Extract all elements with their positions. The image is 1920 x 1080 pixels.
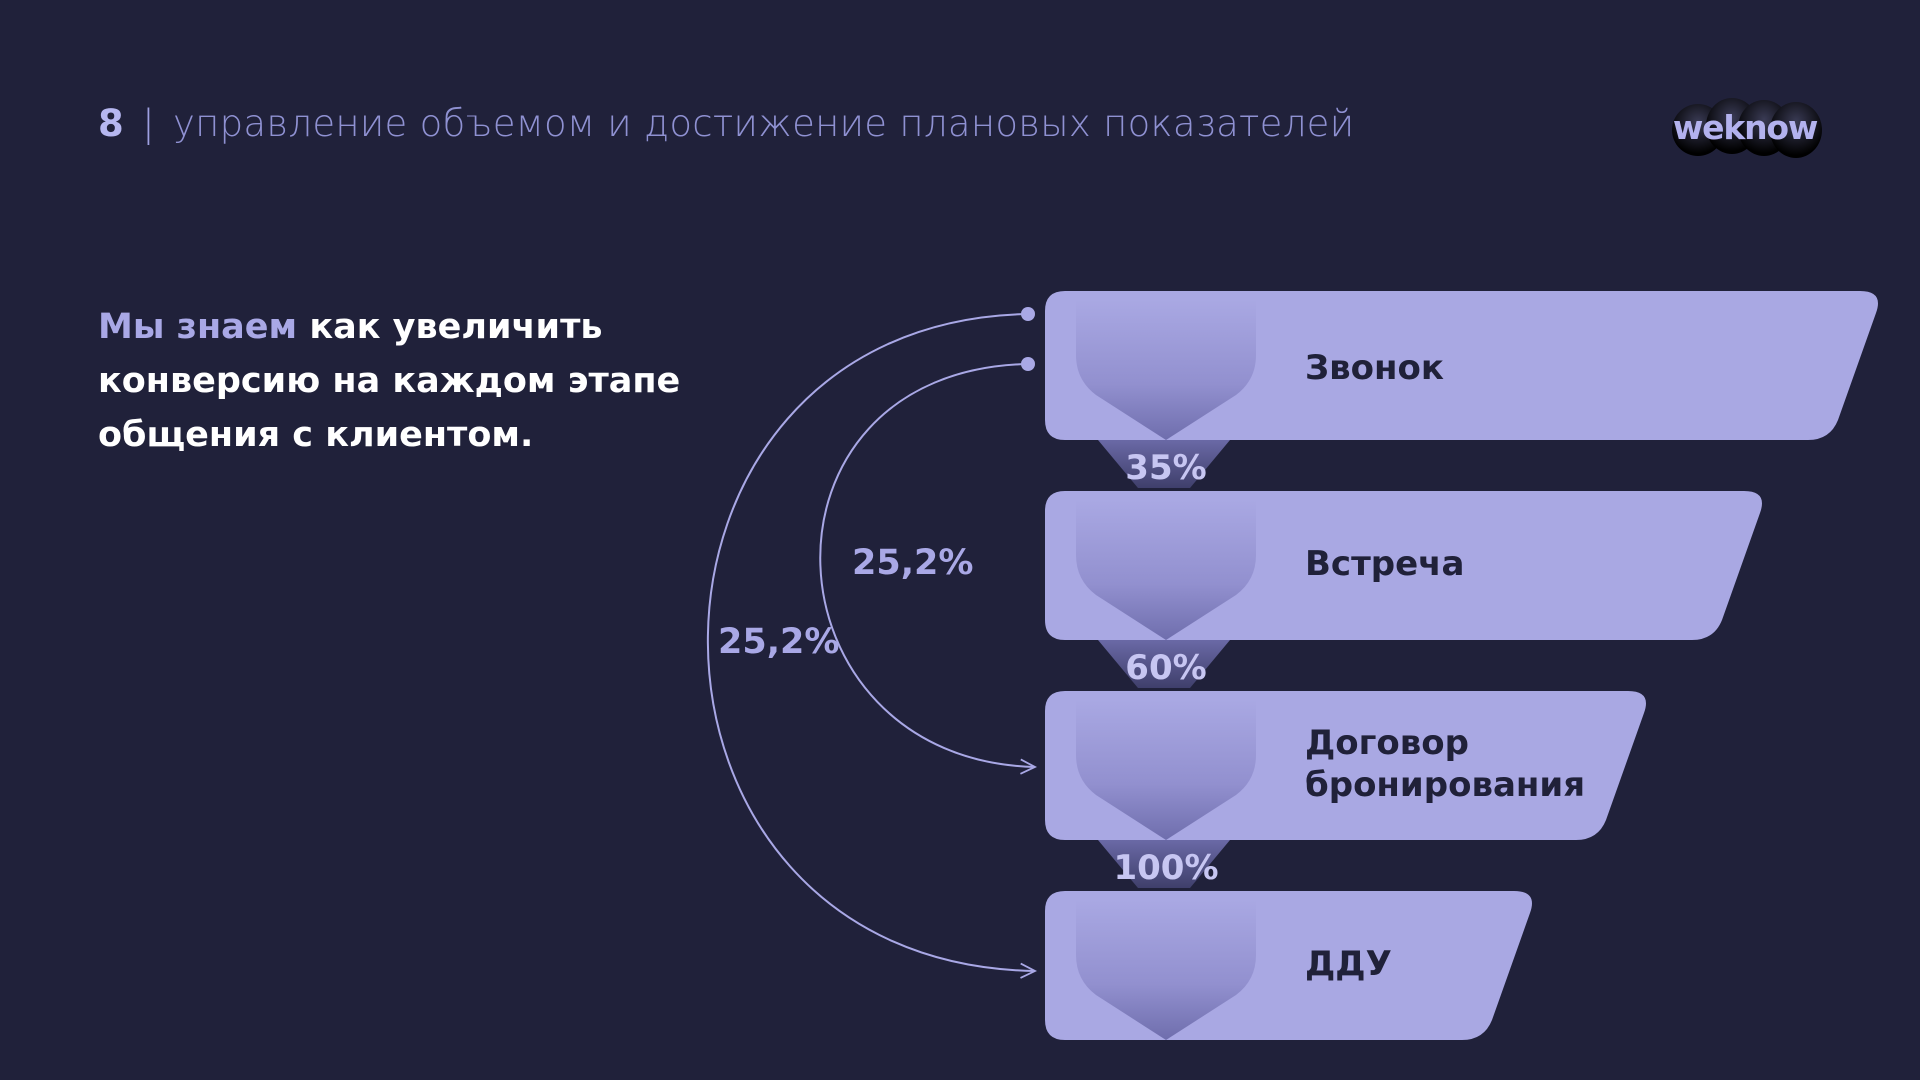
- conversion-label: 100%: [1113, 848, 1218, 888]
- stage-label: бронирования: [1305, 765, 1585, 805]
- funnel-stage-booking-contract: Договор бронирования: [1045, 691, 1646, 840]
- stage-label: ДДУ: [1305, 944, 1392, 984]
- stage-label: Звонок: [1305, 348, 1444, 388]
- conversion-arc-outer: 25,2%: [707, 307, 1035, 971]
- stage-label: Встреча: [1305, 544, 1464, 584]
- funnel-stage-meeting: Встреча: [1045, 491, 1762, 640]
- arc-label: 25,2%: [718, 622, 839, 662]
- funnel-stage-ddu: ДДУ: [1045, 891, 1532, 1040]
- conversion-arc-inner: 25,2%: [819, 357, 1035, 767]
- conversion-label: 60%: [1125, 648, 1206, 688]
- funnel-diagram: Звонок Встреча Договор бронирования ДДУ …: [707, 291, 1878, 1040]
- slide: 8 | управление объемом и достижение план…: [0, 0, 1920, 1080]
- stage-label: Договор: [1305, 723, 1469, 763]
- arc-label: 25,2%: [852, 543, 973, 583]
- funnel-stage-call: Звонок: [1045, 291, 1878, 440]
- conversion-label: 35%: [1125, 448, 1206, 488]
